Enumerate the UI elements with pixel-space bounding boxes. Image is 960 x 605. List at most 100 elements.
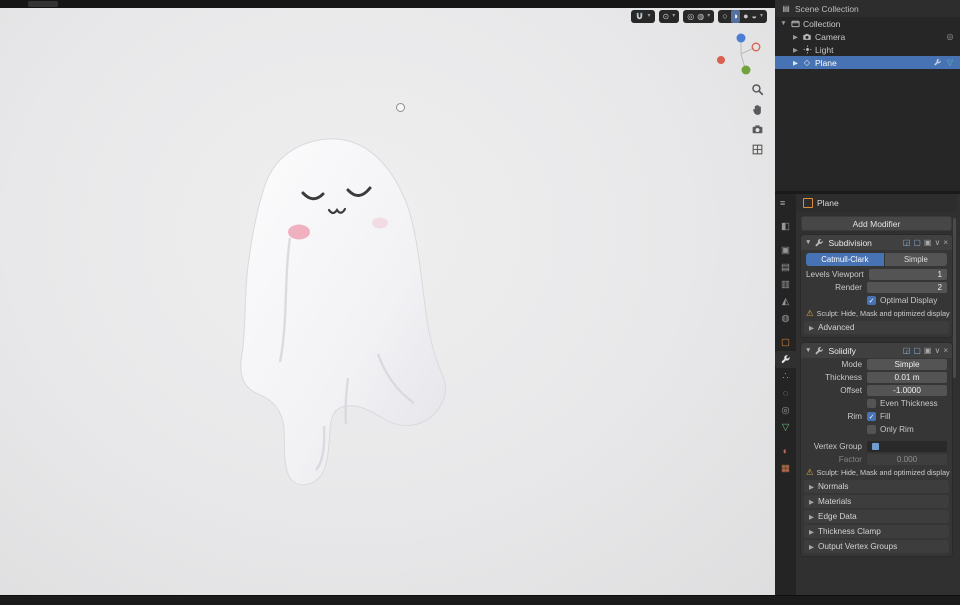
- mesh-data-icon[interactable]: ▽: [945, 58, 955, 68]
- render-levels-field[interactable]: 2: [867, 282, 947, 293]
- gizmo-z-axis[interactable]: [736, 33, 746, 43]
- modifier-name[interactable]: Solidify: [828, 346, 855, 356]
- display-edit-mode-toggle[interactable]: ◲: [903, 235, 911, 250]
- tab-view-layer[interactable]: ▥: [775, 276, 796, 293]
- tab-output[interactable]: ▤: [775, 259, 796, 276]
- properties-scrollbar[interactable]: [953, 218, 956, 378]
- expand-arrow-icon[interactable]: ▶: [792, 33, 799, 41]
- optimal-display-checkbox[interactable]: ✓: [867, 296, 876, 305]
- overlays-dropdown-icon[interactable]: ▾: [707, 10, 710, 23]
- advanced-subpanel[interactable]: ▶ Advanced: [804, 321, 949, 334]
- display-render-toggle[interactable]: ▣: [924, 235, 932, 250]
- simple-button[interactable]: Simple: [884, 253, 947, 266]
- modifier-extras-icon[interactable]: ∨: [934, 343, 940, 358]
- collapse-arrow-icon[interactable]: ▼: [805, 347, 811, 354]
- mode-dropdown[interactable]: Simple: [867, 359, 947, 370]
- subdivision-header[interactable]: ▼ Subdivision ◲ ▢ ▣ ∨ ×: [801, 235, 952, 250]
- collapse-arrow-icon[interactable]: ▼: [805, 239, 811, 246]
- overlays-icon[interactable]: ◍: [697, 10, 704, 23]
- wireframe-shading-icon[interactable]: ○: [722, 10, 727, 23]
- expand-arrow-icon[interactable]: ▼: [780, 20, 787, 27]
- tab-object[interactable]: ▢: [775, 334, 796, 351]
- tab-texture[interactable]: ▦: [775, 460, 796, 477]
- gizmo-y-axis[interactable]: [741, 65, 751, 75]
- tab-scene[interactable]: ◭: [775, 293, 796, 310]
- rendered-shading-icon[interactable]: ◒: [752, 10, 757, 23]
- 3d-viewport[interactable]: ▾ ⊙ ▾ ◎ ◍ ▾ ○ ◑ ● ◒ ▾: [0, 8, 775, 595]
- overlay-controls[interactable]: ◎ ◍ ▾: [683, 10, 715, 23]
- tab-particles[interactable]: ∴: [775, 368, 796, 385]
- blender-window: ▾ ⊙ ▾ ◎ ◍ ▾ ○ ◑ ● ◒ ▾ ▤ Scene Collection…: [0, 0, 960, 605]
- edge-data-subpanel[interactable]: ▶ Edge Data: [804, 510, 949, 523]
- output-vertex-groups-subpanel[interactable]: ▶ Output Vertex Groups: [804, 540, 949, 553]
- modifier-icon: [814, 238, 824, 248]
- material-shading-icon[interactable]: ●: [743, 10, 748, 23]
- tab-object-data[interactable]: ▽: [775, 419, 796, 436]
- editor-type-icon[interactable]: ≡: [780, 198, 785, 208]
- normals-subpanel[interactable]: ▶ Normals: [804, 480, 949, 493]
- outliner-row-collection[interactable]: ▼ Collection: [775, 17, 960, 30]
- expand-arrow-icon[interactable]: ▶: [792, 46, 799, 54]
- optimal-display-row: ✓ Optimal Display: [867, 296, 938, 305]
- camera-data-icon[interactable]: ◎: [945, 32, 955, 42]
- catmull-clark-button[interactable]: Catmull-Clark: [806, 253, 884, 266]
- outliner-item-label[interactable]: Light: [815, 45, 833, 55]
- tab-tool[interactable]: ◧: [775, 218, 796, 235]
- gizmo-x-axis-neg[interactable]: [751, 42, 761, 52]
- breadcrumb-object-name[interactable]: Plane: [817, 198, 839, 208]
- levels-viewport-field[interactable]: 1: [868, 269, 947, 280]
- outliner-row-plane[interactable]: ▶ ◇ Plane ▽: [775, 56, 960, 69]
- grid-ortho-icon[interactable]: [750, 142, 765, 157]
- outliner-item-label[interactable]: Collection: [803, 19, 840, 29]
- add-modifier-button[interactable]: Add Modifier: [801, 216, 952, 231]
- tab-constraints[interactable]: ◎: [775, 402, 796, 419]
- outliner-header[interactable]: ▤ Scene Collection: [775, 0, 960, 17]
- camera-view-icon[interactable]: [750, 122, 765, 137]
- tab-world[interactable]: ◍: [775, 310, 796, 327]
- expand-arrow-icon[interactable]: ▶: [792, 59, 799, 67]
- display-realtime-toggle[interactable]: ▢: [913, 343, 921, 358]
- tab-physics[interactable]: ◌: [775, 385, 796, 402]
- even-thickness-checkbox[interactable]: [867, 399, 876, 408]
- tab-render[interactable]: ▣: [775, 242, 796, 259]
- modifier-close-icon[interactable]: ×: [943, 235, 948, 250]
- thickness-field[interactable]: 0.01 m: [867, 372, 947, 383]
- outliner-item-label[interactable]: Camera: [815, 32, 845, 42]
- snap-dropdown-icon[interactable]: ▾: [648, 10, 651, 23]
- modifier-extras-icon[interactable]: ∨: [934, 235, 940, 250]
- outliner-row-light[interactable]: ▶ Light: [775, 43, 960, 56]
- outliner-filter-icon[interactable]: ▤: [781, 4, 791, 14]
- vertex-group-field[interactable]: [867, 441, 947, 452]
- proportional-edit-icon[interactable]: ⊙: [663, 10, 670, 23]
- outliner-item-label[interactable]: Plane: [815, 58, 837, 68]
- display-render-toggle[interactable]: ▣: [924, 343, 932, 358]
- shading-dropdown-icon[interactable]: ▾: [760, 10, 763, 23]
- thickness-clamp-subpanel[interactable]: ▶ Thickness Clamp: [804, 525, 949, 538]
- show-gizmo-icon[interactable]: ◎: [687, 10, 694, 23]
- magnet-icon[interactable]: [635, 12, 645, 22]
- pan-hand-icon[interactable]: [750, 102, 765, 117]
- modifier-close-icon[interactable]: ×: [943, 343, 948, 358]
- solid-shading-icon[interactable]: ◑: [730, 10, 741, 23]
- snap-controls[interactable]: ▾: [630, 10, 655, 23]
- proportional-dropdown-icon[interactable]: ▾: [672, 10, 675, 23]
- tab-modifiers[interactable]: [775, 351, 796, 368]
- materials-subpanel[interactable]: ▶ Materials: [804, 495, 949, 508]
- ghost-model[interactable]: [228, 126, 460, 498]
- modifier-name[interactable]: Subdivision: [828, 238, 871, 248]
- proportional-edit-controls[interactable]: ⊙ ▾: [658, 10, 680, 23]
- navigation-gizmo[interactable]: [715, 28, 767, 80]
- display-realtime-toggle[interactable]: ▢: [913, 235, 921, 250]
- display-edit-mode-toggle[interactable]: ◲: [903, 343, 911, 358]
- zoom-icon[interactable]: [750, 82, 765, 97]
- modifier-badge-icon[interactable]: [932, 58, 942, 68]
- only-rim-checkbox[interactable]: [867, 425, 876, 434]
- tab-material[interactable]: ◐: [775, 443, 796, 460]
- outliner-row-camera[interactable]: ▶ Camera ◎: [775, 30, 960, 43]
- ghost-body[interactable]: [240, 138, 446, 486]
- gizmo-x-axis[interactable]: [717, 56, 725, 64]
- topbar-menu[interactable]: [28, 1, 58, 7]
- solidify-header[interactable]: ▼ Solidify ◲ ▢ ▣ ∨ ×: [801, 343, 952, 358]
- offset-field[interactable]: -1.0000: [867, 385, 947, 396]
- rim-fill-checkbox[interactable]: ✓: [867, 412, 876, 421]
